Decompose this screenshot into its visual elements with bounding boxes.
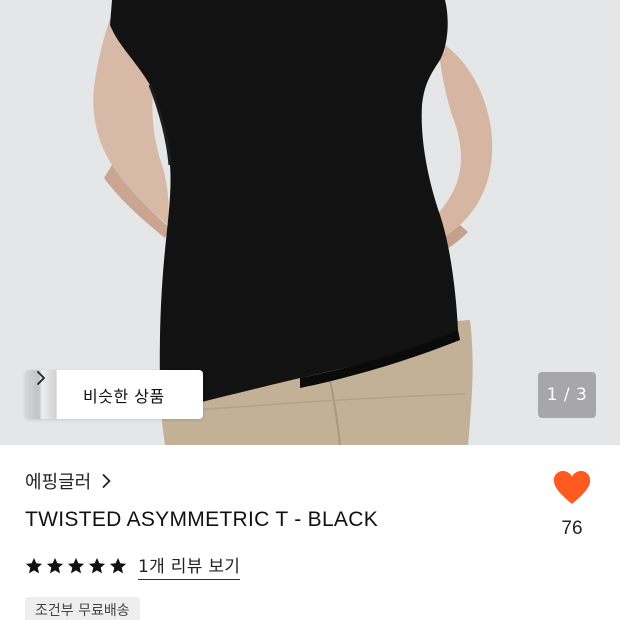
product-image[interactable]: 비슷한 상품 1 / 3 bbox=[0, 0, 620, 445]
chevron-right-icon bbox=[102, 474, 111, 488]
star-icon bbox=[46, 557, 64, 574]
view-reviews-link[interactable]: 1개 리뷰 보기 bbox=[138, 552, 241, 580]
rating-row: 1개 리뷰 보기 bbox=[25, 552, 241, 580]
product-title: TWISTED ASYMMETRIC T - BLACK bbox=[25, 508, 379, 531]
brand-name: 에핑글러 bbox=[25, 472, 92, 493]
similar-products-label: 비슷한 상품 bbox=[83, 386, 165, 406]
chevron-right-icon bbox=[37, 371, 45, 385]
heart-icon bbox=[553, 471, 591, 504]
star-icon bbox=[88, 557, 106, 574]
star-icon bbox=[109, 557, 127, 574]
like-count: 76 bbox=[561, 518, 583, 539]
star-rating bbox=[25, 557, 127, 575]
star-icon bbox=[67, 557, 85, 574]
like-button[interactable]: 76 bbox=[546, 470, 598, 550]
similar-products-button[interactable]: 비슷한 상품 bbox=[25, 370, 203, 419]
star-icon bbox=[25, 557, 43, 574]
brand-link[interactable]: 에핑글러 bbox=[25, 468, 112, 494]
shipping-badge: 조건부 무료배송 bbox=[25, 597, 140, 620]
image-page-indicator: 1 / 3 bbox=[538, 372, 596, 418]
